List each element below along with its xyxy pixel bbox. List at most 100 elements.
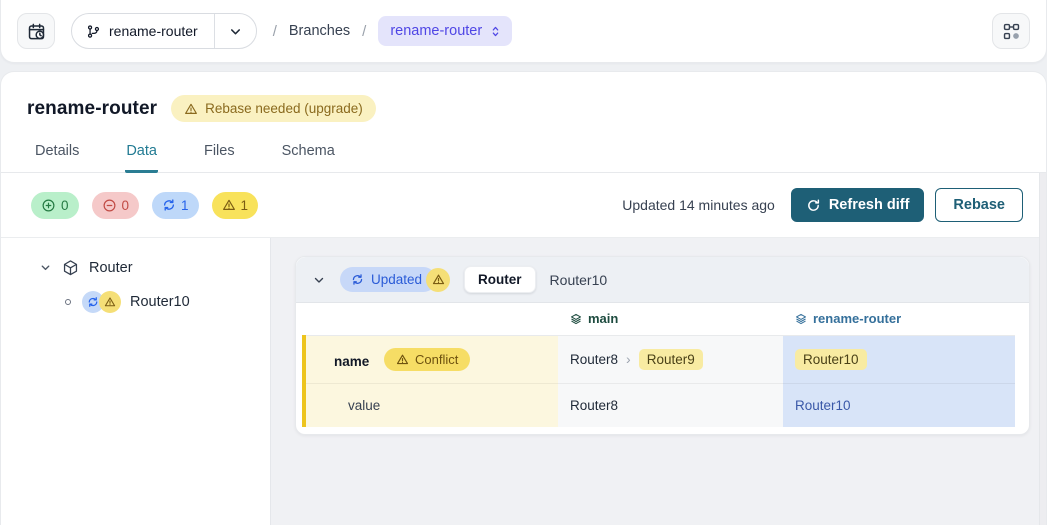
chevron-down-icon [312, 273, 326, 287]
branch-selector-caret[interactable] [215, 14, 256, 48]
tab-data[interactable]: Data [125, 137, 158, 173]
branch-value-cell-name: Router10 [783, 335, 1015, 383]
top-navigation-bar: rename-router / Branches / rename-router [0, 0, 1047, 63]
old-value: Router8 [570, 352, 618, 367]
breadcrumb-separator: / [273, 23, 277, 40]
chevron-up-down-icon [489, 25, 502, 38]
diff-record-card: Updated Router Router10 [295, 256, 1030, 435]
stat-updated: 1 [152, 192, 199, 219]
history-button[interactable] [17, 13, 55, 49]
record-type-chip: Router [464, 266, 536, 293]
field-cell-name: name Conflict [304, 335, 558, 383]
app-window: rename-router / Branches / rename-router [0, 0, 1047, 525]
tree-node-router-label: Router [89, 260, 133, 276]
field-label: value [334, 398, 380, 413]
tree-node-router10[interactable]: Router10 [65, 291, 270, 313]
updated-status-pill: Updated [340, 267, 436, 292]
updated-status-label: Updated [371, 272, 422, 287]
refresh-diff-button[interactable]: Refresh diff [791, 188, 925, 222]
warning-triangle-icon [104, 296, 116, 308]
stat-added: 0 [31, 192, 79, 219]
stat-removed: 0 [92, 192, 140, 219]
base-branch-column-header: main [558, 303, 783, 335]
diff-row-name: name Conflict [304, 335, 1015, 383]
rebase-button[interactable]: Rebase [935, 188, 1023, 222]
package-cube-icon [62, 259, 79, 276]
diff-table: main rename [302, 303, 1015, 427]
page-header: rename-router Rebase needed (upgrade) [1, 72, 1046, 122]
stat-added-count: 0 [61, 198, 69, 213]
collapse-card-button[interactable] [312, 273, 326, 287]
branch-selector-label: rename-router [109, 23, 198, 39]
last-updated-text: Updated 14 minutes ago [622, 197, 775, 213]
git-branch-icon [86, 24, 101, 39]
diff-row-value: value Router8 Router10 [304, 383, 1015, 427]
diff-stats: 0 0 [31, 192, 258, 219]
vertical-scrollbar[interactable] [1039, 173, 1046, 525]
base-value: Router8 [570, 398, 618, 413]
field-label: name [334, 354, 369, 369]
circle-minus-icon [102, 198, 117, 213]
stat-updated-count: 1 [181, 198, 189, 213]
field-column-header [304, 303, 558, 335]
layers-stack-icon [570, 313, 582, 325]
tab-details[interactable]: Details [34, 137, 80, 173]
workflow-menu-button[interactable] [992, 13, 1030, 49]
stat-removed-count: 0 [122, 198, 130, 213]
breadcrumb: / Branches / rename-router [273, 16, 512, 46]
breadcrumb-branch-dropdown[interactable]: rename-router [378, 16, 512, 46]
new-value-highlight: Router9 [639, 349, 703, 370]
diff-toolbar-actions: Updated 14 minutes ago Refresh diff Reba… [622, 188, 1023, 222]
diff-detail-panel: Updated Router Router10 [271, 238, 1046, 525]
branch-value-cell-value: Router10 [783, 383, 1015, 427]
sync-icon [351, 273, 364, 286]
page-title: rename-router [27, 98, 157, 120]
diff-table-header-row: main rename [304, 303, 1015, 335]
stat-conflicts-count: 1 [241, 198, 249, 213]
branch-selector[interactable]: rename-router [71, 13, 257, 49]
sync-icon [162, 198, 176, 212]
tab-bar: Details Data Files Schema [1, 137, 1046, 173]
main-content-card: rename-router Rebase needed (upgrade) De… [0, 71, 1047, 525]
compare-branch-name: rename-router [813, 311, 901, 326]
breadcrumb-branches-link[interactable]: Branches [289, 23, 350, 39]
conflict-indicator-badge [426, 268, 450, 292]
base-value-cell-name: Router8 › Router9 [558, 335, 783, 383]
chevron-down-icon[interactable] [39, 261, 52, 274]
refresh-icon [806, 198, 821, 213]
branch-selector-current[interactable]: rename-router [72, 14, 214, 48]
change-arrow: › [626, 351, 631, 367]
rebase-needed-label: Rebase needed (upgrade) [205, 101, 363, 116]
calendar-clock-icon [27, 22, 46, 41]
diff-table-wrapper: main rename [296, 303, 1029, 434]
conflict-badge [99, 291, 121, 313]
breadcrumb-branch-label: rename-router [390, 23, 482, 39]
warning-triangle-icon [432, 273, 445, 286]
tab-schema[interactable]: Schema [281, 137, 336, 173]
branch-value: Router10 [795, 398, 851, 413]
diff-panels: Router [1, 237, 1046, 525]
data-tab-panel: 0 0 [1, 173, 1046, 525]
tree-node-status-badges [82, 291, 121, 313]
base-value-cell-value: Router8 [558, 383, 783, 427]
layers-stack-icon [795, 313, 807, 325]
warning-triangle-icon [222, 198, 236, 212]
record-status-cluster: Updated [340, 267, 450, 292]
record-tree-panel: Router [1, 238, 271, 525]
conflict-pill: Conflict [384, 348, 470, 371]
circle-plus-icon [41, 198, 56, 213]
field-cell-value: value [304, 383, 558, 427]
tree-node-router[interactable]: Router [1, 259, 270, 276]
refresh-diff-label: Refresh diff [829, 197, 910, 213]
workflow-nodes-icon [1002, 22, 1021, 41]
diff-card-header[interactable]: Updated Router Router10 [296, 257, 1029, 303]
record-title: Router10 [550, 272, 608, 288]
diff-toolbar: 0 0 [1, 173, 1046, 237]
warning-triangle-icon [396, 353, 409, 366]
branch-value-highlight: Router10 [795, 349, 867, 370]
compare-branch-column-header: rename-router [783, 303, 1015, 335]
chevron-down-icon [228, 24, 243, 39]
base-branch-name: main [588, 311, 618, 326]
tree-node-router10-label: Router10 [130, 294, 190, 310]
tab-files[interactable]: Files [203, 137, 236, 173]
